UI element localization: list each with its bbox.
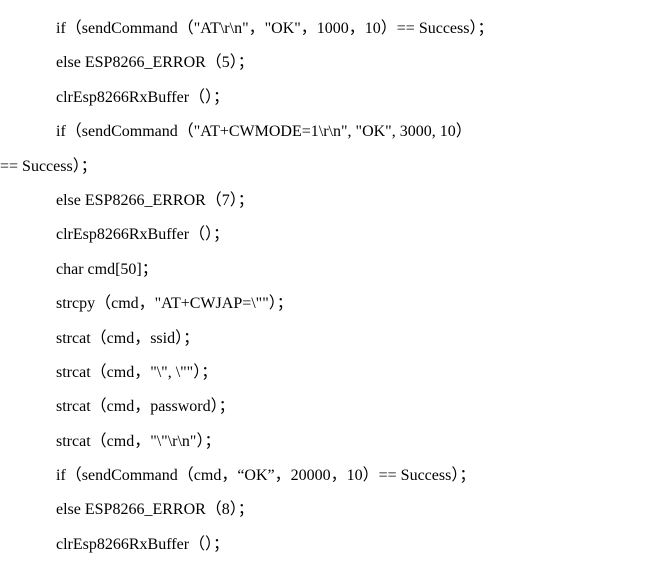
code-line: else ESP8266_ERROR（5）； — [0, 46, 667, 80]
code-line: if（sendCommand（cmd，“OK”，20000，10）== Succ… — [0, 459, 667, 493]
code-line: else ESP8266_ERROR（8）； — [0, 493, 667, 527]
code-line: if（sendCommand（"AT\r\n"，"OK"，1000，10）== … — [0, 12, 667, 46]
code-line: strcat（cmd，password）； — [0, 390, 667, 424]
code-line: clrEsp8266RxBuffer（）； — [0, 218, 667, 252]
code-line: clrEsp8266RxBuffer（）； — [0, 81, 667, 115]
code-line: strcat（cmd，"\"\r\n"）； — [0, 425, 667, 459]
code-line: clrEsp8266RxBuffer（）； — [0, 528, 667, 562]
code-line: == Success）； — [0, 150, 667, 184]
code-line: char cmd[50]； — [0, 253, 667, 287]
code-line: if（sendCommand（"AT+CWMODE=1\r\n", "OK", … — [0, 115, 667, 149]
code-line: else ESP8266_ERROR（7）； — [0, 184, 667, 218]
code-line: strcat（cmd，"\", \""）； — [0, 356, 667, 390]
code-block: if（sendCommand（"AT\r\n"，"OK"，1000，10）== … — [0, 0, 667, 562]
code-line: strcpy（cmd，"AT+CWJAP=\""）； — [0, 287, 667, 321]
code-line: strcat（cmd，ssid）； — [0, 322, 667, 356]
